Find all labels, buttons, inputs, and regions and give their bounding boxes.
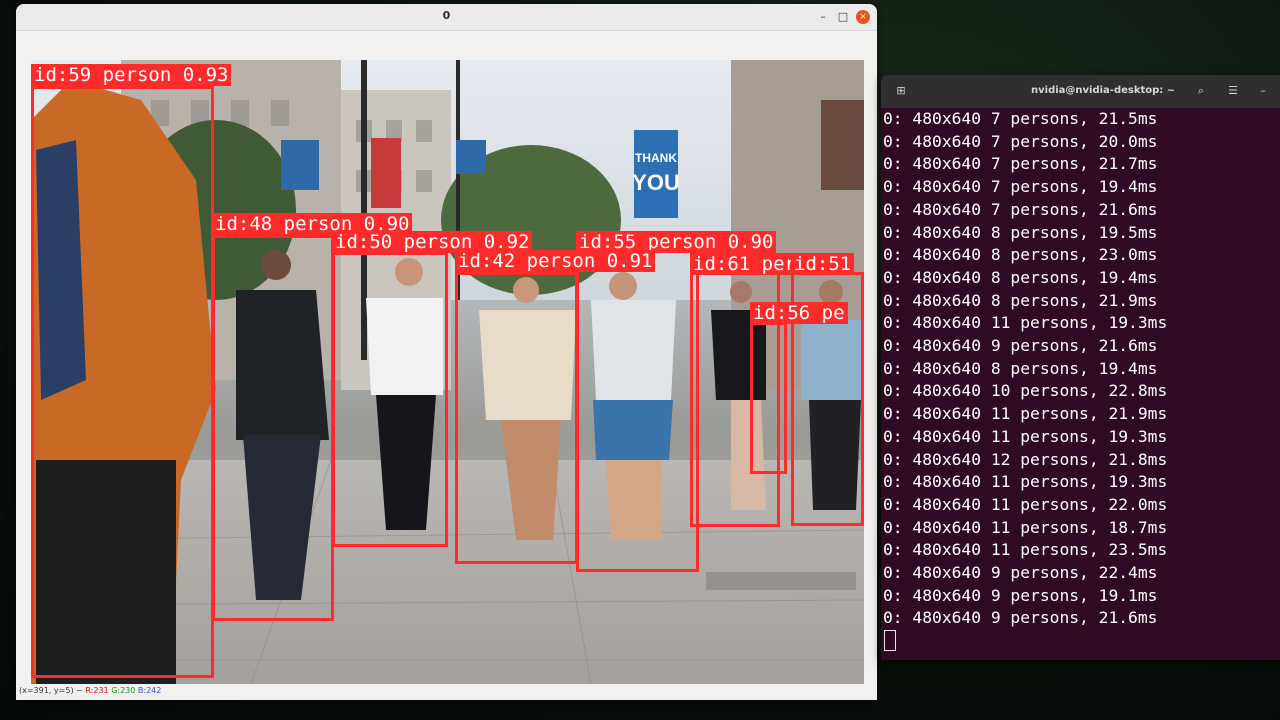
pixel-green: G:230	[111, 686, 136, 695]
terminal-line: 0: 480x640 11 persons, 19.3ms	[883, 313, 1168, 333]
terminal-line: 0: 480x640 11 persons, 18.7ms	[883, 517, 1168, 537]
minimize-button[interactable]: –	[816, 10, 830, 24]
terminal-line: 0: 480x640 11 persons, 19.3ms	[883, 426, 1168, 446]
terminal-line: 0: 480x640 7 persons, 21.7ms	[883, 154, 1158, 174]
terminal-line: 0: 480x640 7 persons, 21.6ms	[883, 199, 1158, 219]
terminal-line: 0: 480x640 9 persons, 22.4ms	[883, 563, 1158, 583]
pixel-status-bar: (x=391, y=5) ~ R:231 G:230 B:242	[19, 686, 161, 695]
bounding-box	[31, 86, 214, 678]
new-tab-icon[interactable]: ⊞	[893, 83, 909, 99]
terminal-window: ⊞ nvidia@nvidia-desktop: ~ ⌕ ☰ – 0: 480x…	[881, 75, 1280, 660]
bounding-box	[332, 252, 448, 547]
terminal-prompt[interactable]	[883, 630, 1280, 654]
terminal-line: 0: 480x640 9 persons, 19.1ms	[883, 585, 1158, 605]
terminal-line: 0: 480x640 9 persons, 21.6ms	[883, 608, 1158, 628]
viewer-title: 0	[442, 9, 451, 22]
terminal-line: 0: 480x640 11 persons, 23.5ms	[883, 540, 1168, 560]
terminal-line: 0: 480x640 8 persons, 19.5ms	[883, 222, 1158, 242]
terminal-line: 0: 480x640 11 persons, 21.9ms	[883, 404, 1168, 424]
detection-label: id:56 pe	[750, 302, 848, 324]
image-viewer-window: 0 – □ × THANK YOU id:59 person 0.93 id:4…	[16, 4, 877, 700]
terminal-line: 0: 480x640 11 persons, 22.0ms	[883, 494, 1168, 514]
cursor-coords: (x=391, y=5) ~	[19, 686, 83, 695]
terminal-line: 0: 480x640 9 persons, 21.6ms	[883, 336, 1158, 356]
terminal-line: 0: 480x640 12 persons, 21.8ms	[883, 449, 1168, 469]
bounding-box	[576, 250, 699, 572]
maximize-button[interactable]: □	[836, 10, 850, 24]
menu-icon[interactable]: ☰	[1225, 83, 1241, 99]
terminal-title: nvidia@nvidia-desktop: ~	[1031, 85, 1176, 96]
pixel-red: R:231	[85, 686, 109, 695]
viewer-titlebar[interactable]: 0 – □ ×	[16, 4, 877, 31]
terminal-line: 0: 480x640 7 persons, 20.0ms	[883, 131, 1158, 151]
bounding-box	[750, 322, 787, 474]
terminal-line: 0: 480x640 8 persons, 19.4ms	[883, 358, 1158, 378]
terminal-cursor	[884, 630, 896, 652]
terminal-output[interactable]: 0: 480x640 7 persons, 21.5ms 0: 480x640 7…	[883, 108, 1280, 654]
minimize-icon[interactable]: –	[1255, 83, 1271, 99]
terminal-line: 0: 480x640 7 persons, 21.5ms	[883, 109, 1158, 128]
detection-label: id:42 person 0.91	[455, 250, 656, 272]
close-button[interactable]: ×	[856, 10, 870, 24]
detection-overlay: id:59 person 0.93 id:48 person 0.90 id:5…	[31, 60, 864, 684]
video-frame[interactable]: THANK YOU id:59 person 0.93 id:48 person…	[31, 60, 864, 684]
terminal-line: 0: 480x640 8 persons, 21.9ms	[883, 290, 1158, 310]
detection-label: id:59 person 0.93	[31, 64, 232, 86]
terminal-line: 0: 480x640 7 persons, 19.4ms	[883, 177, 1158, 197]
terminal-line: 0: 480x640 11 persons, 19.3ms	[883, 472, 1168, 492]
pixel-blue: B:242	[137, 686, 162, 695]
bounding-box	[455, 272, 578, 564]
terminal-titlebar[interactable]: ⊞ nvidia@nvidia-desktop: ~ ⌕ ☰ –	[881, 75, 1280, 108]
terminal-line: 0: 480x640 8 persons, 19.4ms	[883, 267, 1158, 287]
terminal-line: 0: 480x640 8 persons, 23.0ms	[883, 245, 1158, 265]
detection-label: id:51	[791, 253, 855, 275]
terminal-line: 0: 480x640 10 persons, 22.8ms	[883, 381, 1168, 401]
bounding-box	[212, 235, 334, 621]
search-icon[interactable]: ⌕	[1193, 83, 1209, 99]
